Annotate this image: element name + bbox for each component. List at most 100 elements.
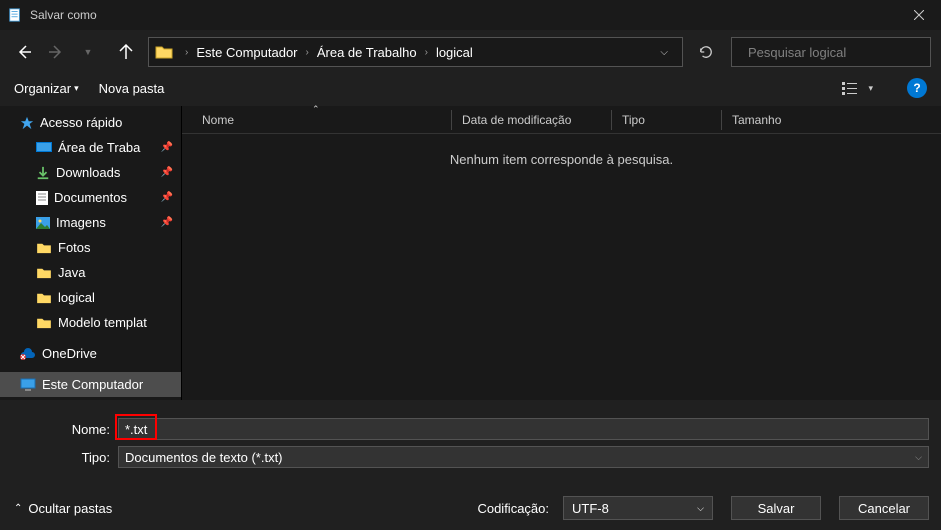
sidebar-item-label: logical: [58, 290, 95, 305]
new-folder-label: Nova pasta: [99, 81, 165, 96]
filename-label: Nome:: [12, 422, 118, 437]
notepad-icon: [8, 7, 22, 23]
chevron-right-icon: ›: [300, 47, 315, 58]
chevron-up-icon: ⌃: [14, 503, 22, 514]
cancel-button[interactable]: Cancelar: [839, 496, 929, 520]
empty-message: Nenhum item corresponde à pesquisa.: [182, 134, 941, 185]
filetype-value: Documentos de texto (*.txt): [125, 450, 283, 465]
sidebar-item-label: Documentos: [54, 190, 127, 205]
close-button[interactable]: [896, 0, 941, 30]
sidebar-item-logical[interactable]: logical: [0, 285, 181, 310]
folder-icon: [36, 242, 52, 254]
main-area: Acesso rápido Área de Traba📌 Downloads📌 …: [0, 106, 941, 400]
chevron-down-icon: ⌵: [697, 503, 704, 514]
encoding-select[interactable]: UTF-8 ⌵: [563, 496, 713, 520]
sidebar-item-documents[interactable]: Documentos 📌: [0, 185, 181, 210]
forward-button[interactable]: [42, 38, 70, 66]
pin-icon: 📌: [161, 217, 173, 228]
recent-button[interactable]: ▼: [74, 38, 102, 66]
chevron-down-icon: ▾: [868, 83, 873, 94]
sort-indicator: ⌃: [312, 104, 320, 115]
back-button[interactable]: [10, 38, 38, 66]
chevron-right-icon: ›: [179, 47, 194, 58]
sidebar-item-label: Downloads: [56, 165, 120, 180]
column-date[interactable]: Data de modificação: [452, 110, 612, 130]
toolbar: Organizar ▾ Nova pasta ▾ ?: [0, 70, 941, 106]
chevron-down-icon: ▾: [74, 83, 79, 94]
view-details-icon: [842, 81, 862, 95]
sidebar-item-label: Área de Traba: [58, 140, 140, 155]
sidebar-onedrive[interactable]: OneDrive: [0, 341, 181, 366]
arrow-right-icon: [48, 44, 64, 60]
documents-icon: [36, 191, 48, 205]
breadcrumb[interactable]: › Este Computador › Área de Trabalho › l…: [148, 37, 683, 67]
sidebar-item-label: Imagens: [56, 215, 106, 230]
column-type[interactable]: Tipo: [612, 110, 722, 130]
sidebar-item-modelo[interactable]: Modelo templat: [0, 310, 181, 335]
up-button[interactable]: [112, 38, 140, 66]
folder-icon: [36, 317, 52, 329]
sidebar-quick-access[interactable]: Acesso rápido: [0, 110, 181, 135]
breadcrumb-item[interactable]: logical: [434, 45, 475, 60]
hide-folders-label: Ocultar pastas: [28, 501, 112, 516]
onedrive-icon: [20, 348, 36, 360]
view-mode-button[interactable]: ▾: [842, 81, 873, 95]
column-size[interactable]: Tamanho: [722, 110, 832, 130]
save-form: Nome: Tipo: Documentos de texto (*.txt) …: [0, 400, 941, 482]
sidebar-item-downloads[interactable]: Downloads 📌: [0, 160, 181, 185]
chevron-down-icon: ⌵: [915, 452, 922, 463]
sidebar-label: Acesso rápido: [40, 115, 122, 130]
sidebar: Acesso rápido Área de Traba📌 Downloads📌 …: [0, 106, 182, 400]
filetype-label: Tipo:: [12, 450, 118, 465]
chevron-down-icon: ▼: [84, 47, 93, 57]
column-headers: ⌃ Nome Data de modificação Tipo Tamanho: [182, 106, 941, 134]
sidebar-item-fotos[interactable]: Fotos: [0, 235, 181, 260]
footer: ⌃ Ocultar pastas Codificação: UTF-8 ⌵ Sa…: [0, 482, 941, 530]
arrow-up-icon: [118, 44, 134, 60]
chevron-right-icon: ›: [419, 47, 434, 58]
sidebar-item-label: Java: [58, 265, 85, 280]
folder-icon: [36, 292, 52, 304]
pin-icon: 📌: [161, 142, 173, 153]
sidebar-item-desktop[interactable]: Área de Traba 📌: [0, 135, 181, 160]
hide-folders-button[interactable]: ⌃ Ocultar pastas: [14, 501, 112, 516]
folder-icon: [155, 44, 173, 60]
sidebar-item-label: Modelo templat: [58, 315, 147, 330]
encoding-label: Codificação:: [477, 501, 549, 516]
pictures-icon: [36, 217, 50, 229]
sidebar-label: OneDrive: [42, 346, 97, 361]
nav-bar: ▼ › Este Computador › Área de Trabalho ›…: [0, 34, 941, 70]
encoding-value: UTF-8: [572, 501, 609, 516]
help-button[interactable]: ?: [907, 78, 927, 98]
organize-label: Organizar: [14, 81, 71, 96]
sidebar-item-java[interactable]: Java: [0, 260, 181, 285]
desktop-icon: [36, 142, 52, 154]
downloads-icon: [36, 166, 50, 180]
sidebar-this-pc[interactable]: Este Computador: [0, 372, 181, 397]
save-button[interactable]: Salvar: [731, 496, 821, 520]
file-list: ⌃ Nome Data de modificação Tipo Tamanho …: [182, 106, 941, 400]
breadcrumb-item[interactable]: Este Computador: [194, 45, 299, 60]
search-box[interactable]: [731, 37, 931, 67]
breadcrumb-item[interactable]: Área de Trabalho: [315, 45, 419, 60]
filename-input[interactable]: [118, 418, 929, 440]
arrow-left-icon: [16, 44, 32, 60]
new-folder-button[interactable]: Nova pasta: [99, 81, 165, 96]
close-icon: [914, 10, 924, 20]
refresh-button[interactable]: [691, 37, 721, 67]
folder-icon: [36, 267, 52, 279]
title-bar: Salvar como: [0, 0, 941, 30]
search-input[interactable]: [748, 45, 924, 60]
refresh-icon: [699, 45, 713, 59]
pin-icon: 📌: [161, 192, 173, 203]
sidebar-item-label: Fotos: [58, 240, 91, 255]
filetype-select[interactable]: Documentos de texto (*.txt) ⌵: [118, 446, 929, 468]
computer-icon: [20, 378, 36, 392]
star-icon: [20, 116, 34, 130]
sidebar-label: Este Computador: [42, 377, 143, 392]
pin-icon: 📌: [161, 167, 173, 178]
window-title: Salvar como: [30, 8, 896, 22]
breadcrumb-dropdown[interactable]: ⌵: [650, 47, 678, 58]
organize-button[interactable]: Organizar ▾: [14, 81, 79, 96]
sidebar-item-pictures[interactable]: Imagens 📌: [0, 210, 181, 235]
